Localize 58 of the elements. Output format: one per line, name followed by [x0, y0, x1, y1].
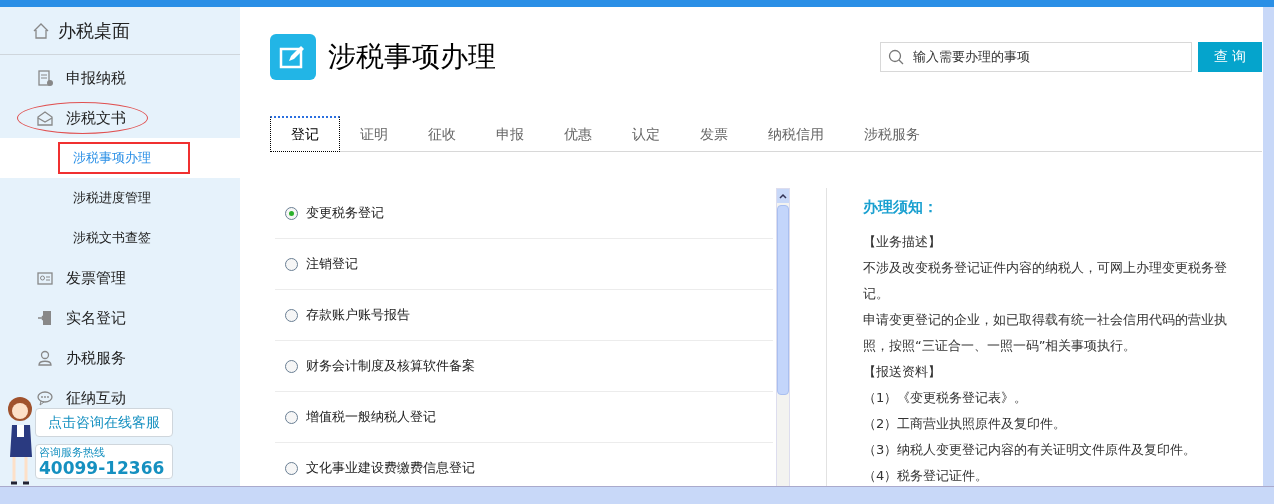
tab[interactable]: 认定 — [612, 116, 680, 152]
radio-button[interactable] — [285, 257, 298, 271]
envelope-icon — [37, 110, 53, 126]
sidebar-item[interactable]: 办税服务 — [66, 346, 126, 370]
notice-text: （2）工商营业执照原件及复印件。 — [863, 414, 1068, 433]
search-field[interactable]: 输入需要办理的事项 — [880, 41, 1192, 72]
tab[interactable]: 征收 — [408, 116, 476, 152]
document-icon — [37, 70, 53, 86]
radio-button[interactable] — [285, 410, 298, 424]
notice-text: （3）纳税人变更登记内容的有关证明文件原件及复印件。 — [863, 440, 1198, 459]
sidebar-item[interactable]: 实名登记 — [66, 306, 126, 330]
sidebar-item[interactable]: 发票管理 — [66, 266, 126, 290]
option-label: 增值税一般纳税人登记 — [306, 408, 436, 427]
option-label: 财务会计制度及核算软件备案 — [306, 357, 475, 376]
notice-text: （4）税务登记证件。 — [863, 466, 990, 485]
tab[interactable]: 涉税服务 — [844, 116, 940, 152]
sidebar-subitem[interactable]: 涉税进度管理 — [73, 188, 151, 208]
sidebar-home-link[interactable]: 办税桌面 — [58, 17, 130, 44]
option-label: 变更税务登记 — [306, 204, 384, 223]
tab[interactable]: 申报 — [476, 116, 544, 152]
radio-button[interactable] — [285, 206, 298, 220]
tab[interactable]: 发票 — [680, 116, 748, 152]
page-scrollbar[interactable] — [1263, 7, 1274, 486]
sidebar-subitem[interactable]: 涉税事项办理 — [73, 148, 151, 168]
option-label: 存款账户账号报告 — [306, 306, 410, 325]
notice-text: （1）《变更税务登记表》。 — [863, 388, 1029, 407]
hotline-number: 40099-12366 — [39, 460, 166, 477]
person-icon — [37, 350, 53, 366]
radio-button[interactable] — [285, 359, 298, 373]
hotline-label: 咨询服务热线 — [39, 447, 106, 458]
edit-icon — [270, 33, 316, 80]
search-icon — [888, 48, 904, 65]
sidebar-item[interactable]: 申报纳税 — [66, 66, 126, 90]
notice-text: 【报送资料】 — [863, 362, 942, 381]
tab[interactable]: 优惠 — [544, 116, 612, 152]
sidebar-item[interactable]: 涉税文书 — [66, 106, 126, 130]
chat-icon — [37, 390, 53, 406]
radio-button[interactable] — [285, 308, 298, 322]
sidebar-item[interactable]: 征纳互动 — [66, 386, 126, 410]
scrollbar-thumb[interactable] — [777, 205, 789, 395]
horizontal-scrollbar[interactable] — [0, 486, 1274, 504]
notice-heading: 办理须知： — [863, 197, 939, 218]
option-label: 注销登记 — [306, 255, 358, 274]
home-icon — [32, 21, 50, 40]
chat-link[interactable]: 点击咨询在线客服 — [35, 408, 173, 437]
radio-button[interactable] — [285, 461, 298, 475]
notice-text: 申请变更登记的企业，如已取得载有统一社会信用代码的营业执照，按照“三证合一、一照一码”相关事项执行。 — [863, 310, 1228, 355]
option-label: 文化事业建设费缴费信息登记 — [306, 459, 475, 478]
sidebar-subitem[interactable]: 涉税文书查签 — [73, 228, 151, 248]
tab[interactable]: 纳税信用 — [748, 116, 844, 152]
tab[interactable]: 证明 — [340, 116, 408, 152]
notice-text: 不涉及改变税务登记证件内容的纳税人，可网上办理变更税务登记。 — [863, 258, 1228, 303]
notice-text: 【业务描述】 — [863, 232, 942, 251]
tab[interactable]: 登记 — [270, 116, 340, 152]
door-icon — [37, 310, 53, 326]
id-card-icon — [37, 270, 53, 286]
scrollbar[interactable] — [776, 188, 790, 486]
page-title: 涉税事项办理 — [328, 38, 496, 75]
